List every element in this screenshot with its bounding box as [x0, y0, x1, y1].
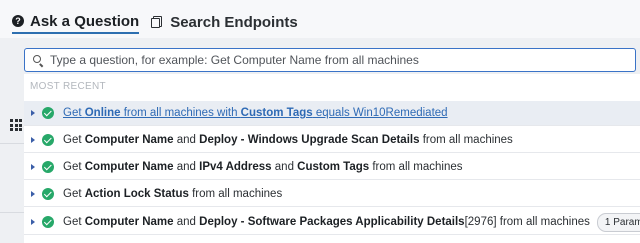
tab-search-label: Search Endpoints: [170, 13, 298, 31]
search-icon: [33, 54, 44, 67]
sensor-name: Deploy - Windows Upgrade Scan Details: [199, 134, 420, 146]
question-text[interactable]: Get Online from all machines with Custom…: [63, 107, 448, 119]
sensor-name: Computer Name: [84, 134, 174, 146]
check-circle-icon: [42, 161, 54, 173]
question-circle-icon: ?: [12, 15, 24, 27]
expand-caret-icon[interactable]: [31, 110, 35, 116]
question-text[interactable]: Get Computer Name and IPv4 Address and C…: [63, 161, 462, 173]
recent-question-row[interactable]: Get Action Lock Status from all machines: [24, 182, 640, 207]
check-circle-icon: [42, 107, 54, 119]
question-fragment: Get: [63, 134, 85, 146]
question-fragment: from all machines: [419, 134, 513, 146]
recent-question-row[interactable]: Get Computer Name and Deploy - Software …: [24, 210, 640, 235]
parameter-badge: 1 Parameter: [596, 212, 640, 232]
expand-caret-icon[interactable]: [31, 219, 35, 225]
question-fragment: from all machines: [188, 188, 283, 200]
sensor-name: Online: [84, 107, 121, 119]
question-fragment: Get: [63, 188, 85, 200]
question-search-box[interactable]: [24, 48, 636, 72]
sensor-name: IPv4 Address: [199, 161, 272, 173]
question-text[interactable]: Get Action Lock Status from all machines: [63, 188, 282, 200]
question-fragment: equals Win10Remediated: [312, 107, 448, 119]
sensor-name: Action Lock Status: [84, 188, 189, 200]
tab-search-endpoints[interactable]: Search Endpoints: [151, 10, 298, 34]
divider: [0, 143, 24, 144]
question-fragment: Get: [63, 107, 85, 119]
question-fragment: Get: [63, 216, 85, 228]
recent-question-row[interactable]: Get Computer Name and Deploy - Windows U…: [24, 128, 640, 153]
sensor-name: Custom Tags: [240, 107, 313, 119]
sensor-name: Computer Name: [84, 161, 174, 173]
question-text[interactable]: Get Computer Name and Deploy - Windows U…: [63, 134, 513, 146]
question-fragment: Get: [63, 161, 85, 173]
tab-ask-a-question[interactable]: ? Ask a Question: [12, 10, 140, 34]
apps-grid-icon[interactable]: [10, 119, 22, 131]
question-input[interactable]: [50, 53, 620, 67]
expand-caret-icon[interactable]: [31, 164, 35, 170]
most-recent-header: MOST RECENT: [30, 81, 106, 92]
sensor-name: Custom Tags: [297, 161, 370, 173]
question-fragment: and: [173, 161, 200, 173]
question-fragment: and: [173, 216, 200, 228]
tab-bar: ? Ask a Question Search Endpoints: [12, 10, 298, 34]
check-circle-icon: [42, 216, 54, 228]
question-fragment: and: [271, 161, 298, 173]
sensor-name: Deploy - Software Packages Applicability…: [199, 216, 465, 228]
question-text[interactable]: Get Computer Name and Deploy - Software …: [63, 216, 590, 228]
recent-question-row[interactable]: Get Online from all machines with Custom…: [24, 101, 640, 126]
question-fragment: from all machines with: [120, 107, 241, 119]
endpoints-icon: [151, 16, 164, 28]
tab-ask-label: Ask a Question: [30, 12, 140, 30]
sensor-name: Computer Name: [84, 216, 174, 228]
check-circle-icon: [42, 188, 54, 200]
question-fragment: and: [173, 134, 200, 146]
recent-question-row[interactable]: Get Computer Name and IPv4 Address and C…: [24, 155, 640, 180]
check-circle-icon: [42, 134, 54, 146]
suggestions-dropdown: MOST RECENT Get Online from all machines…: [24, 74, 640, 243]
question-fragment: [2976] from all machines: [464, 216, 590, 228]
expand-caret-icon[interactable]: [31, 137, 35, 143]
expand-caret-icon[interactable]: [31, 191, 35, 197]
question-fragment: from all machines: [369, 161, 463, 173]
divider: [0, 212, 24, 213]
